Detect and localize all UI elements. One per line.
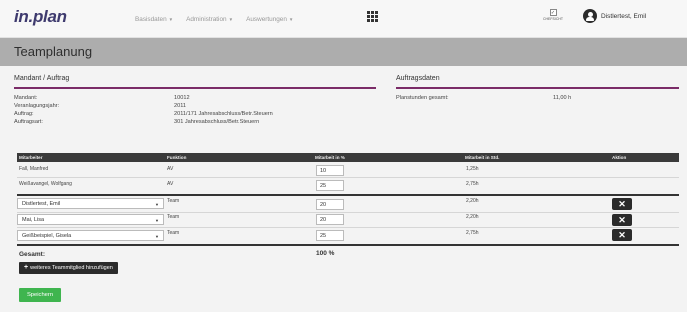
user-name[interactable]: Distlertest, Emil: [601, 13, 646, 20]
label-planstunden: Planstunden gesamt:: [396, 95, 449, 101]
total-value: 100 %: [316, 250, 335, 257]
page-title-bar: Teamplanung: [0, 38, 687, 66]
plus-icon: +: [24, 264, 29, 271]
chevron-down-icon: ▼: [155, 234, 159, 239]
cell-funktion: Team: [167, 198, 180, 204]
column-header-prozent: Mitarbeit in %: [315, 155, 345, 160]
column-header-aktion: Aktion: [612, 155, 627, 160]
add-team-member-button[interactable]: + weiteres Teammitglied hinzufügen: [19, 262, 118, 274]
chefsicht-label: CHEFSICHT: [543, 17, 564, 21]
row-separator: [17, 194, 679, 196]
cell-funktion: AV: [167, 166, 174, 172]
delete-button[interactable]: ✕: [612, 214, 632, 226]
row-separator: [17, 244, 679, 246]
value-auftrag: 2011/171 Jahresabschluss/Betr.Steuern: [174, 111, 273, 117]
value-mandant: 10012: [174, 95, 190, 101]
grid-icon[interactable]: [367, 11, 378, 22]
mitarbeiter-select[interactable]: Geißbeispiel, Gisela ▼: [17, 230, 164, 241]
delete-button[interactable]: ✕: [612, 229, 632, 241]
delete-button[interactable]: ✕: [612, 198, 632, 210]
user-avatar-icon[interactable]: [583, 9, 597, 23]
chevron-down-icon: ▼: [155, 202, 159, 207]
label-auftrag: Auftrag:: [14, 111, 34, 117]
nav-item-basisdaten[interactable]: Basisdaten ▼: [135, 16, 173, 23]
nav-item-administration[interactable]: Administration ▼: [186, 16, 233, 23]
save-button[interactable]: Speichern: [19, 288, 61, 302]
mitarbeiter-select[interactable]: Mai, Lisa ▼: [17, 214, 164, 225]
section-divider: [396, 87, 679, 89]
section-title-mandant: Mandant / Auftrag: [14, 75, 70, 82]
cell-stunden: 2,20h: [466, 198, 479, 204]
label-auftragsart: Auftragsart:: [14, 119, 43, 125]
prozent-input[interactable]: 25: [316, 180, 344, 191]
main-nav: Basisdaten ▼ Administration ▼ Auswertungen…: [135, 16, 293, 23]
page-title: Teamplanung: [14, 44, 93, 59]
nav-item-auswertungen[interactable]: Auswertungen ▼: [246, 16, 293, 23]
label-mandant: Mandant:: [14, 95, 38, 101]
prozent-input[interactable]: 10: [316, 165, 344, 176]
checkbox[interactable]: ✓: [549, 9, 557, 16]
cell-mitarbeiter: Weißavangel, Wolfgang: [19, 181, 72, 187]
value-veranlagungsjahr: 2011: [174, 103, 187, 109]
label-veranlagungsjahr: Veranlagungsjahr:: [14, 103, 60, 109]
cell-stunden: 2,20h: [466, 214, 479, 220]
value-planstunden: 11,00 h: [553, 95, 572, 101]
mitarbeiter-select[interactable]: Distlertest, Emil ▼: [17, 198, 164, 209]
chevron-down-icon: ▼: [288, 17, 294, 22]
top-bar: in.plan Basisdaten ▼ Administration ▼ Ausw…: [0, 0, 687, 38]
prozent-input[interactable]: 20: [316, 199, 344, 210]
row-divider: [17, 177, 679, 178]
prozent-input[interactable]: 20: [316, 214, 344, 225]
value-auftragsart: 301 Jahresabschluss/Betr.Steuern: [174, 119, 260, 125]
cell-funktion: Team: [167, 214, 180, 220]
app-logo[interactable]: in.plan: [14, 7, 67, 27]
row-divider: [17, 227, 679, 228]
section-title-auftragsdaten: Auftragsdaten: [396, 75, 440, 82]
chefsicht-toggle[interactable]: ✓ CHEFSICHT: [543, 9, 563, 21]
chevron-down-icon: ▼: [228, 17, 234, 22]
total-label: Gesamt:: [19, 251, 46, 258]
cell-stunden: 2,75h: [466, 181, 479, 187]
table-header: Mitarbeiter Funktion Mitarbeit in % Mita…: [17, 153, 679, 162]
chevron-down-icon: ▼: [168, 17, 174, 22]
cell-funktion: AV: [167, 181, 174, 187]
row-divider: [17, 212, 679, 213]
column-header-mitarbeiter: Mitarbeiter: [19, 155, 43, 160]
chevron-down-icon: ▼: [155, 218, 159, 223]
column-header-funktion: Funktion: [167, 155, 187, 160]
column-header-stunden: Mitarbeit in Std.: [465, 155, 500, 160]
prozent-input[interactable]: 25: [316, 230, 344, 241]
cell-mitarbeiter: Fall, Manfred: [19, 166, 49, 172]
cell-stunden: 1,25h: [466, 166, 479, 172]
section-divider: [14, 87, 376, 89]
cell-stunden: 2,75h: [466, 230, 479, 236]
cell-funktion: Team: [167, 230, 180, 236]
